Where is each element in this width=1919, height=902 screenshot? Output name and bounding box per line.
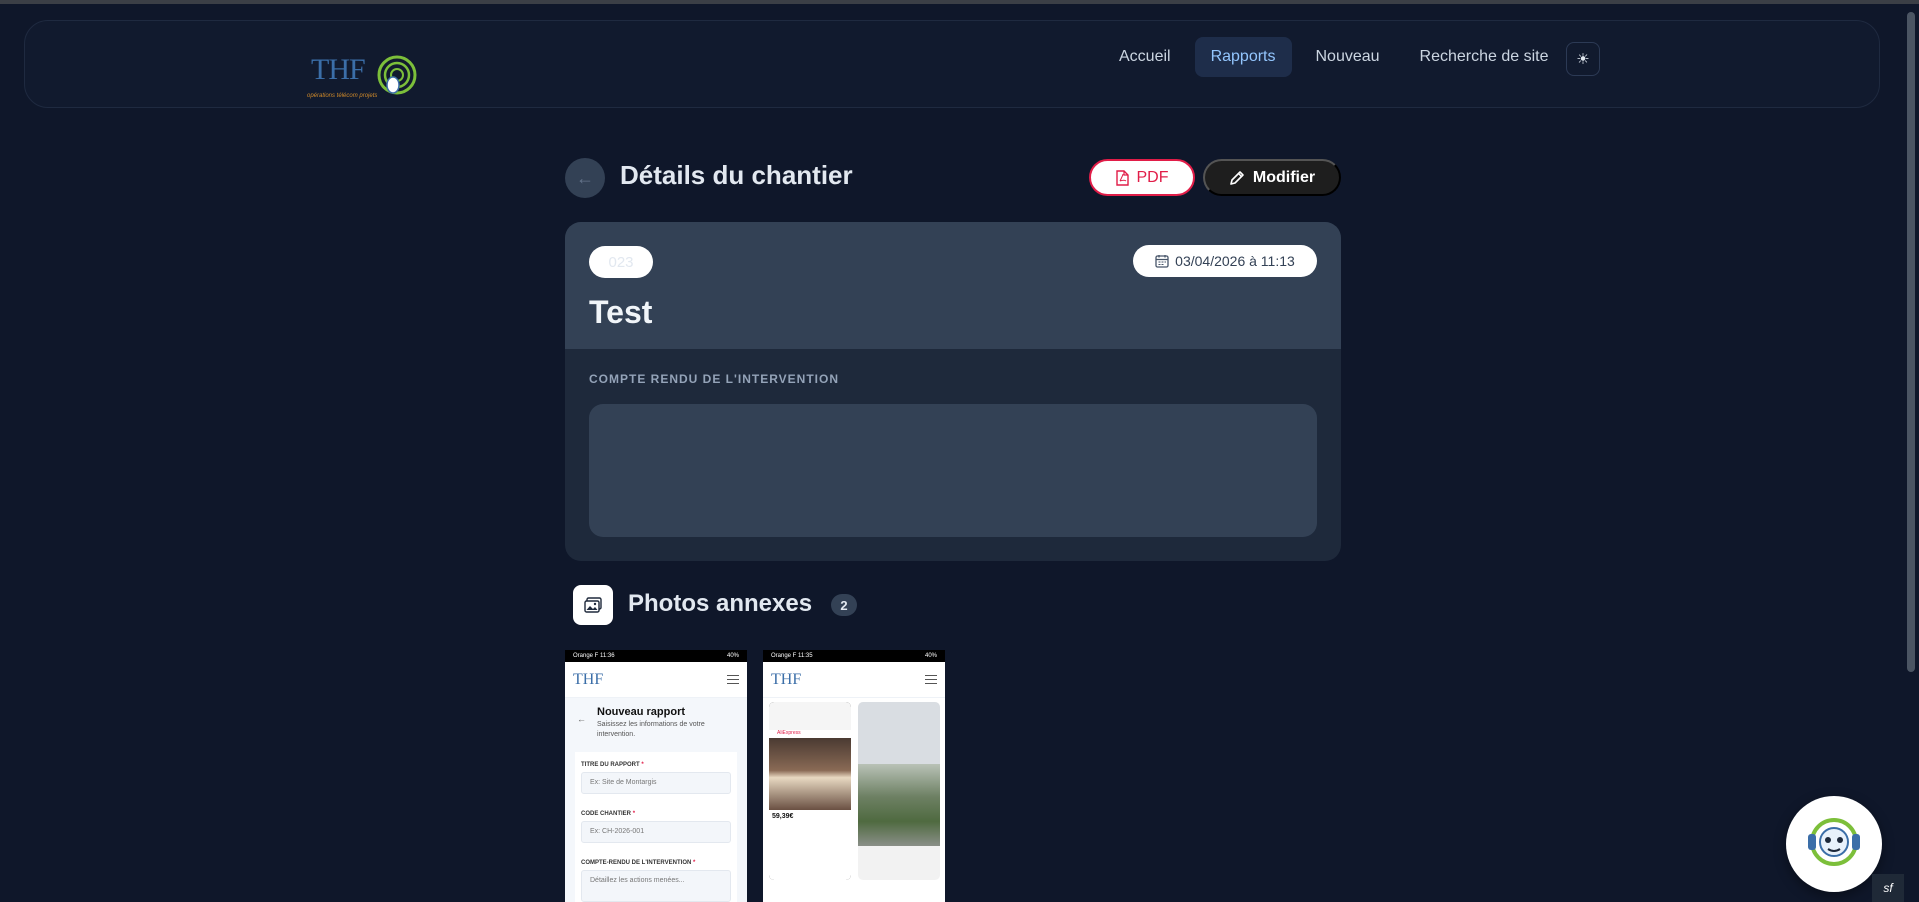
nav-accueil[interactable]: Accueil: [1103, 37, 1187, 77]
thumb-screen-subtitle: Saisissez les informations de votre inte…: [597, 721, 705, 738]
thumb-status-right: 40%: [924, 653, 937, 659]
logo-tagline: opérations télécom projets: [307, 93, 378, 99]
edit-button-label: Modifier: [1252, 168, 1316, 186]
photo-thumbnail-2[interactable]: Orange F 11:35 40% THF AliExpress 59,39€: [763, 650, 945, 902]
thumb-screen-title: Nouveau rapport: [597, 706, 686, 718]
edit-button[interactable]: Modifier: [1203, 159, 1341, 196]
report-section-label: COMPTE RENDU DE L'INTERVENTION: [589, 372, 839, 386]
thumb-status-right: 40%: [726, 653, 739, 659]
thumb-shop-name: AliExpress: [769, 730, 851, 738]
assistant-mascot-button[interactable]: [1786, 796, 1882, 892]
thumb-product-price: 59,39€: [772, 813, 794, 820]
browser-top-strip: [0, 0, 1919, 4]
pdf-file-icon: [1115, 169, 1129, 186]
thumb-status-left: Orange F 11:36: [573, 653, 615, 659]
symfony-toolbar-icon[interactable]: sf: [1872, 874, 1904, 902]
thumb-shop-topbar: [769, 702, 851, 730]
nav-rapports[interactable]: Rapports: [1194, 37, 1292, 77]
thumb-back-icon: ←: [577, 714, 586, 724]
thumb-logo: THF: [573, 670, 604, 688]
report-content-box: [589, 404, 1317, 537]
menu-icon: [925, 675, 937, 684]
arrow-left-icon: ←: [576, 167, 594, 188]
thf-logo[interactable]: THF opérations télécom projets: [307, 35, 417, 101]
thumb-field-input: Détaillez les actions menées...: [581, 870, 731, 902]
photos-count-badge: 2: [831, 594, 857, 616]
theme-toggle-button[interactable]: ☀: [1566, 42, 1600, 76]
thumb-field-input: Ex: CH-2026-001: [581, 821, 731, 843]
pdf-button[interactable]: PDF: [1089, 159, 1195, 196]
signal-ring-icon: [377, 55, 417, 95]
thumb-form-screen: ← Nouveau rapport Saisissez les informat…: [565, 698, 747, 902]
photo-thumbnail-1[interactable]: Orange F 11:36 40% THF ← Nouveau rapport…: [565, 650, 747, 902]
thumb-field-input: Ex: Site de Montargis: [581, 772, 731, 794]
thumb-status-bar: Orange F 11:36 40%: [565, 650, 747, 662]
pdf-button-label: PDF: [1136, 168, 1169, 186]
thumb-shop-screenshot: AliExpress 59,39€: [769, 702, 851, 880]
robot-mascot-icon: [1808, 818, 1860, 866]
page-title: Détails du chantier: [620, 160, 853, 190]
thumb-field-label: TITRE DU RAPPORT *: [581, 762, 644, 768]
photos-section-title: Photos annexes: [628, 590, 813, 617]
report-card-header: 023 03/04/2026 à 11:13 Test: [565, 222, 1341, 349]
thumb-sky: [858, 702, 940, 764]
nav-recherche-de-site[interactable]: Recherche de site: [1404, 37, 1565, 77]
thumb-logo: THF: [771, 670, 802, 688]
report-date-badge: 03/04/2026 à 11:13: [1133, 245, 1317, 277]
page-scrollbar[interactable]: [1904, 4, 1919, 902]
top-navbar: THF opérations télécom projets Accueil R…: [24, 20, 1880, 108]
thumb-product-image: [769, 738, 851, 810]
thumb-status-bar: Orange F 11:35 40%: [763, 650, 945, 662]
pencil-icon: [1230, 170, 1244, 185]
thumb-gallery-screen: AliExpress 59,39€: [763, 698, 945, 902]
back-button[interactable]: ←: [565, 158, 605, 198]
thumb-app-header: THF: [763, 662, 945, 698]
scrollbar-thumb[interactable]: [1907, 12, 1915, 672]
thumb-field-label: COMPTE-RENDU DE L'INTERVENTION *: [581, 860, 696, 866]
sun-icon: ☀: [1576, 51, 1590, 68]
thumb-app-header: THF: [565, 662, 747, 698]
photos-icon-box: [573, 585, 613, 625]
calendar-icon: [1155, 255, 1169, 268]
images-icon: [584, 597, 602, 613]
thumb-form: TITRE DU RAPPORT * Ex: Site de Montargis…: [575, 752, 737, 902]
thumb-trees: [858, 764, 940, 846]
nav-nouveau[interactable]: Nouveau: [1300, 37, 1396, 77]
logo-text: THF: [311, 53, 366, 86]
report-code-badge: 023: [589, 246, 653, 278]
main-nav: Accueil Rapports Nouveau Recherche de si…: [1103, 37, 1565, 77]
menu-icon: [727, 675, 739, 684]
thumb-field-label: CODE CHANTIER *: [581, 811, 636, 817]
thumb-landscape-photo: [858, 702, 940, 880]
report-date: 03/04/2026 à 11:13: [1175, 253, 1295, 269]
thumb-status-left: Orange F 11:35: [771, 653, 813, 659]
report-title: Test: [589, 294, 653, 330]
report-card: 023 03/04/2026 à 11:13 Test COMPTE RENDU…: [565, 222, 1341, 561]
thumb-product-info: 59,39€: [769, 810, 851, 880]
